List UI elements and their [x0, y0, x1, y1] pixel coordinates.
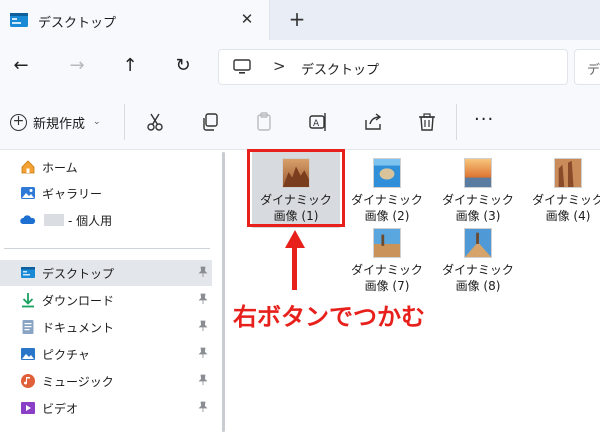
up-icon[interactable]: ↑ — [119, 55, 141, 77]
image-thumbnail-icon — [464, 158, 492, 188]
pictures-icon — [21, 348, 35, 360]
sidebar-item-label: ビデオ — [42, 402, 79, 416]
sidebar-item-gallery[interactable]: ギャラリー — [0, 180, 212, 206]
refresh-icon[interactable]: ↻ — [172, 55, 194, 77]
navigation-pane: ホーム ギャラリー - 個人用 デスクトップ ダウンロード ドキュメント ピクチ… — [0, 150, 230, 436]
paste-icon[interactable] — [253, 111, 275, 133]
image-thumbnail-icon — [464, 228, 492, 258]
gallery-icon — [21, 187, 35, 199]
file-name: ダイナミック 画像 (2) — [351, 193, 423, 223]
sidebar-item-downloads[interactable]: ダウンロード — [0, 287, 212, 313]
toolbar-divider — [124, 104, 125, 140]
image-thumbnail-icon — [373, 228, 401, 258]
image-thumbnail-icon — [373, 158, 401, 188]
file-item[interactable]: ダイナミック 画像 (2) — [343, 152, 431, 228]
sidebar-item-music[interactable]: ミュージック — [0, 368, 212, 394]
title-bar: デスクトップ ✕ + — [0, 0, 600, 40]
file-item[interactable]: ダイナミック 画像 (3) — [434, 152, 522, 228]
sidebar-item-label: ホーム — [42, 161, 78, 175]
annotation-text: 右ボタンでつかむ — [233, 303, 425, 331]
pin-icon — [198, 401, 208, 412]
new-tab-icon[interactable]: + — [288, 9, 306, 29]
sidebar-item-label: ダウンロード — [42, 294, 115, 308]
cut-icon[interactable] — [144, 111, 166, 133]
sidebar-item-documents[interactable]: ドキュメント — [0, 314, 212, 340]
sidebar-item-videos[interactable]: ビデオ — [0, 395, 212, 421]
search-placeholder: デスクトップの検索 — [587, 63, 600, 78]
plus-circle-icon: + — [10, 113, 27, 131]
pin-icon — [198, 347, 208, 358]
address-row: ← → ↑ ↻ > デスクトップ デスクトップの検索 — [0, 40, 600, 94]
sidebar-item-label: ピクチャ — [42, 348, 90, 362]
pin-icon — [198, 266, 208, 277]
tab-title: デスクトップ — [38, 16, 117, 31]
file-item[interactable]: ダイナミック 画像 (8) — [434, 222, 522, 298]
tab-desktop[interactable]: デスクトップ ✕ — [0, 0, 270, 40]
video-icon — [21, 402, 35, 414]
sidebar-item-label: ミュージック — [42, 375, 114, 389]
monitor-icon — [233, 59, 251, 74]
address-bar[interactable]: > デスクトップ — [218, 49, 568, 85]
sidebar-item-label: ギャラリー — [42, 187, 103, 201]
sidebar-item-desktop[interactable]: デスクトップ — [0, 260, 212, 286]
file-name: ダイナミック 画像 (7) — [351, 263, 423, 293]
pin-icon — [198, 374, 208, 385]
sidebar-item-label: デスクトップ — [42, 267, 115, 281]
sidebar-divider — [4, 248, 210, 249]
onedrive-icon — [20, 215, 36, 224]
forward-icon[interactable]: → — [66, 55, 88, 77]
pin-icon — [198, 293, 208, 304]
breadcrumb-separator: > — [273, 57, 286, 75]
breadcrumb-desktop[interactable]: デスクトップ — [301, 59, 379, 78]
redacted-account-name — [44, 214, 64, 226]
rename-icon[interactable]: A — [307, 111, 329, 133]
highlight-box — [247, 149, 345, 227]
toolbar-divider — [456, 104, 457, 140]
sidebar-item-label: ドキュメント — [42, 321, 115, 335]
pin-icon — [198, 320, 208, 331]
download-icon — [22, 293, 34, 308]
file-name: ダイナミック 画像 (3) — [442, 193, 514, 223]
music-icon — [21, 374, 35, 388]
sidebar-item-label: - 個人用 — [68, 214, 113, 228]
annotation-arrow — [292, 246, 297, 290]
close-tab-icon[interactable]: ✕ — [238, 10, 256, 28]
share-icon[interactable] — [362, 111, 384, 133]
back-icon[interactable]: ← — [10, 55, 32, 77]
file-item[interactable]: ダイナミック 画像 (4) — [524, 152, 600, 228]
sidebar-item-onedrive[interactable]: - 個人用 — [0, 207, 212, 233]
command-bar: + 新規作成 ⌄ A ··· — [0, 94, 600, 150]
delete-icon[interactable] — [416, 111, 438, 133]
desktop-icon — [21, 267, 35, 278]
sidebar-item-home[interactable]: ホーム — [0, 154, 212, 180]
file-name: ダイナミック 画像 (8) — [442, 263, 514, 293]
sidebar-item-pictures[interactable]: ピクチャ — [0, 341, 212, 367]
copy-icon[interactable] — [199, 111, 221, 133]
more-options-icon[interactable]: ··· — [474, 110, 494, 130]
desktop-folder-icon — [10, 13, 28, 27]
documents-icon — [22, 320, 34, 334]
image-thumbnail-icon — [554, 158, 582, 188]
file-item[interactable]: ダイナミック 画像 (7) — [343, 222, 431, 298]
file-name: ダイナミック 画像 (4) — [532, 193, 600, 223]
search-input[interactable]: デスクトップの検索 — [574, 49, 600, 85]
new-button-label: 新規作成 — [33, 116, 86, 132]
new-button[interactable]: + 新規作成 ⌄ — [10, 110, 101, 134]
home-icon — [21, 160, 35, 174]
svg-text:A: A — [313, 119, 320, 129]
sidebar-scrollbar[interactable] — [222, 152, 225, 432]
chevron-down-icon: ⌄ — [93, 117, 101, 127]
